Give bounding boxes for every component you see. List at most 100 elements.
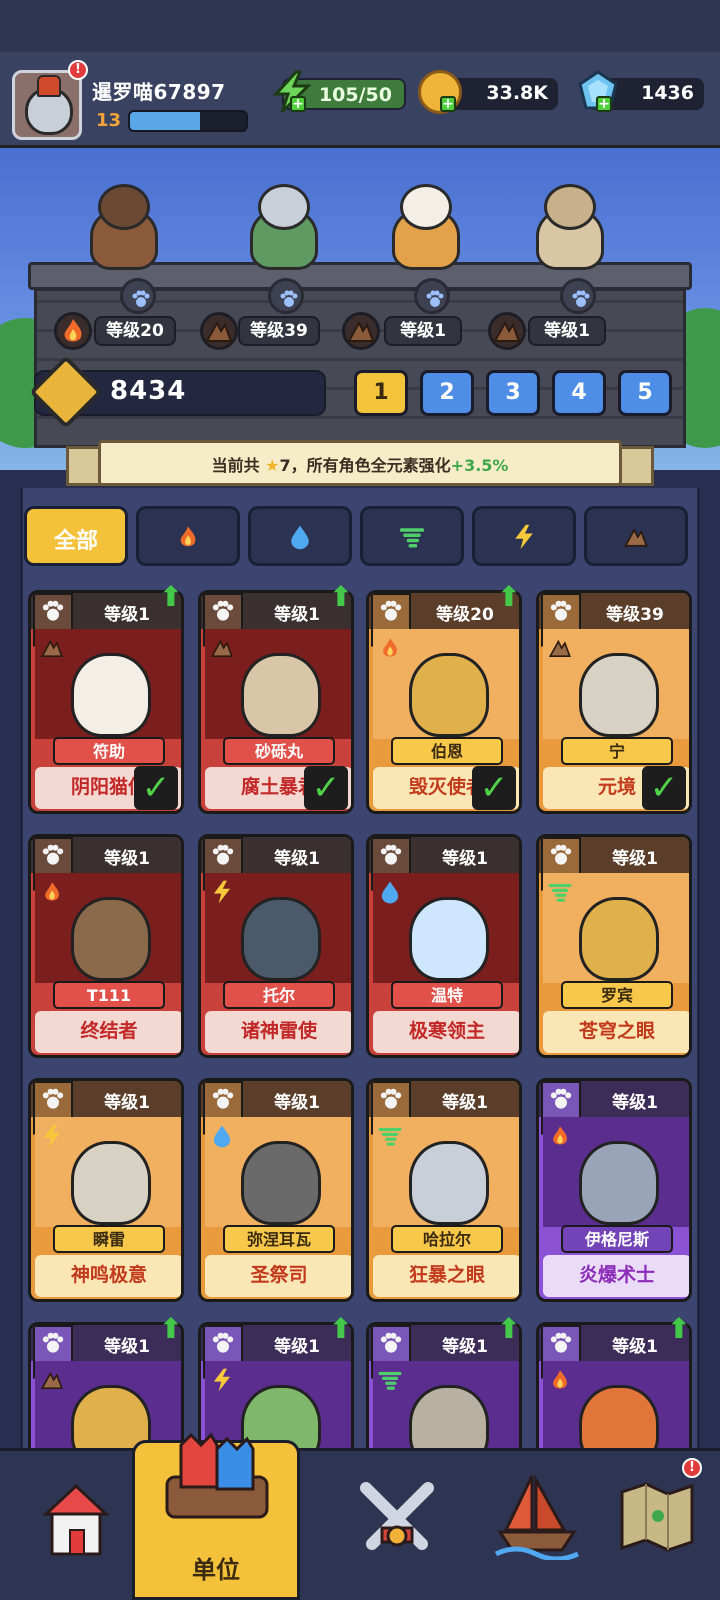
paw-slot-3 [414,278,450,314]
unit-title: 苍穹之眼 [543,1011,689,1053]
paw-icon [212,844,234,865]
unit-name: 温特 [391,981,503,1009]
team-power-value: 8434 [110,376,187,406]
unit-title: 诸神雷使 [205,1011,351,1053]
team-tab-4[interactable]: 4 [552,370,606,416]
unit-name: 弥涅耳瓦 [223,1225,335,1253]
team-tab-1[interactable]: 1 [354,370,408,416]
paw-slot-2 [268,278,304,314]
selected-check-icon: ✓ [642,766,686,810]
unit-card[interactable]: 等级1 伊格尼斯 炎爆术士 [536,1078,692,1302]
wind-icon [377,1367,403,1393]
unit-card[interactable]: 等级1 哈拉尔 狂暴之眼 [366,1078,522,1302]
upgrade-arrow-icon: ⬆ [159,580,183,613]
player-level: 13 [96,110,122,131]
wind-icon [398,523,426,551]
unit-name: 砂砾丸 [223,737,335,765]
paw-icon [212,1332,234,1353]
earth-icon [488,312,526,350]
unit-card[interactable]: 等级1 温特 极寒领主 [366,834,522,1058]
paw-icon [212,1088,234,1109]
paw-icon [380,1088,402,1109]
player-avatar[interactable] [12,70,82,140]
lightning-icon [39,1123,65,1149]
filter-fire-tab[interactable] [136,506,240,566]
unit-portrait [71,1141,151,1225]
map-notification-badge: ! [682,1458,702,1478]
unit-name: 罗宾 [561,981,673,1009]
banner-prefix: 当前共 [211,456,260,475]
add-gems-button[interactable]: + [596,96,612,112]
unit-card[interactable]: 等级1 托尔 诸神雷使 [198,834,354,1058]
hero-head [258,184,310,230]
lineup-hero-3[interactable] [378,178,474,274]
upgrade-arrow-icon: ⬆ [667,1312,691,1345]
filter-all-label: 全部 [53,529,98,554]
unit-title: 狂暴之眼 [373,1255,519,1297]
add-coins-button[interactable]: + [440,96,456,112]
nav-map-tab[interactable] [612,1464,712,1574]
unit-card[interactable]: 等级1 瞬雷 神鸣极意 [28,1078,184,1302]
lineup-level-1: 等级20 [94,316,176,346]
hero-head [544,184,596,230]
filter-all-tab[interactable]: 全部 [24,506,128,566]
selected-check-icon: ✓ [472,766,516,810]
selected-check-icon: ✓ [304,766,348,810]
unit-card[interactable]: 等级1 弥涅耳瓦 圣祭司 [198,1078,354,1302]
crown-hat-icon [37,75,61,97]
unit-portrait [579,897,659,981]
paw-icon [550,1332,572,1353]
filter-water-tab[interactable] [248,506,352,566]
lineup-hero-1[interactable] [76,178,172,274]
lineup-hero-4[interactable] [522,178,618,274]
team-tab-2[interactable]: 2 [420,370,474,416]
team-tab-3[interactable]: 3 [486,370,540,416]
card-level: 等级1 [274,849,320,869]
upgrade-arrow-icon: ⬆ [329,580,353,613]
unit-name: 伯恩 [391,737,503,765]
gem-value: 1436 [641,82,694,104]
ship-icon [494,1474,580,1560]
earth-icon [209,635,235,661]
unit-portrait [579,1141,659,1225]
map-icon [620,1482,694,1552]
filter-wind-tab[interactable] [360,506,464,566]
add-energy-button[interactable]: + [290,96,306,112]
unit-portrait [409,1141,489,1225]
earth-icon [547,635,573,661]
paw-icon [42,1088,64,1109]
unit-name: 托尔 [223,981,335,1009]
unit-card[interactable]: 等级1 罗宾 苍穹之眼 [536,834,692,1058]
paw-icon [550,600,572,621]
unit-card[interactable]: 等级1 T111 终结者 [28,834,184,1058]
wind-icon [377,1123,403,1149]
star-icon: ★ [265,456,280,475]
fire-icon [377,635,403,661]
unit-title: 极寒领主 [373,1011,519,1053]
card-level: 等级1 [104,849,150,869]
filter-earth-tab[interactable] [584,506,688,566]
lineup-hero-2[interactable] [236,178,332,274]
filter-lightning-tab[interactable] [472,506,576,566]
unit-portrait [241,897,321,981]
banner-bonus: +3.5% [450,456,509,475]
unit-portrait [71,897,151,981]
lineup-level-2: 等级39 [238,316,320,346]
nav-home-tab[interactable] [30,1464,130,1574]
nav-expedition-tab[interactable] [490,1464,590,1574]
paw-icon [42,1332,64,1353]
banner-star-count: 7 [279,456,291,475]
avatar-notification-badge: ! [68,60,88,80]
paw-slot-4 [560,278,596,314]
paw-icon [572,290,590,307]
unit-title: 神鸣极意 [35,1255,181,1297]
nav-battle-tab[interactable] [348,1464,448,1574]
team-tab-5[interactable]: 5 [618,370,672,416]
fire-icon [174,523,202,551]
paw-icon [42,600,64,621]
formation-scene: 等级20 等级39 等级1 等级1 8434 1 2 3 4 5 [0,148,720,470]
player-name: 暹罗喵67897 [92,80,226,104]
paw-icon [212,600,234,621]
xp-bar [128,110,248,132]
nav-units-tab[interactable]: 单位 [132,1432,300,1600]
